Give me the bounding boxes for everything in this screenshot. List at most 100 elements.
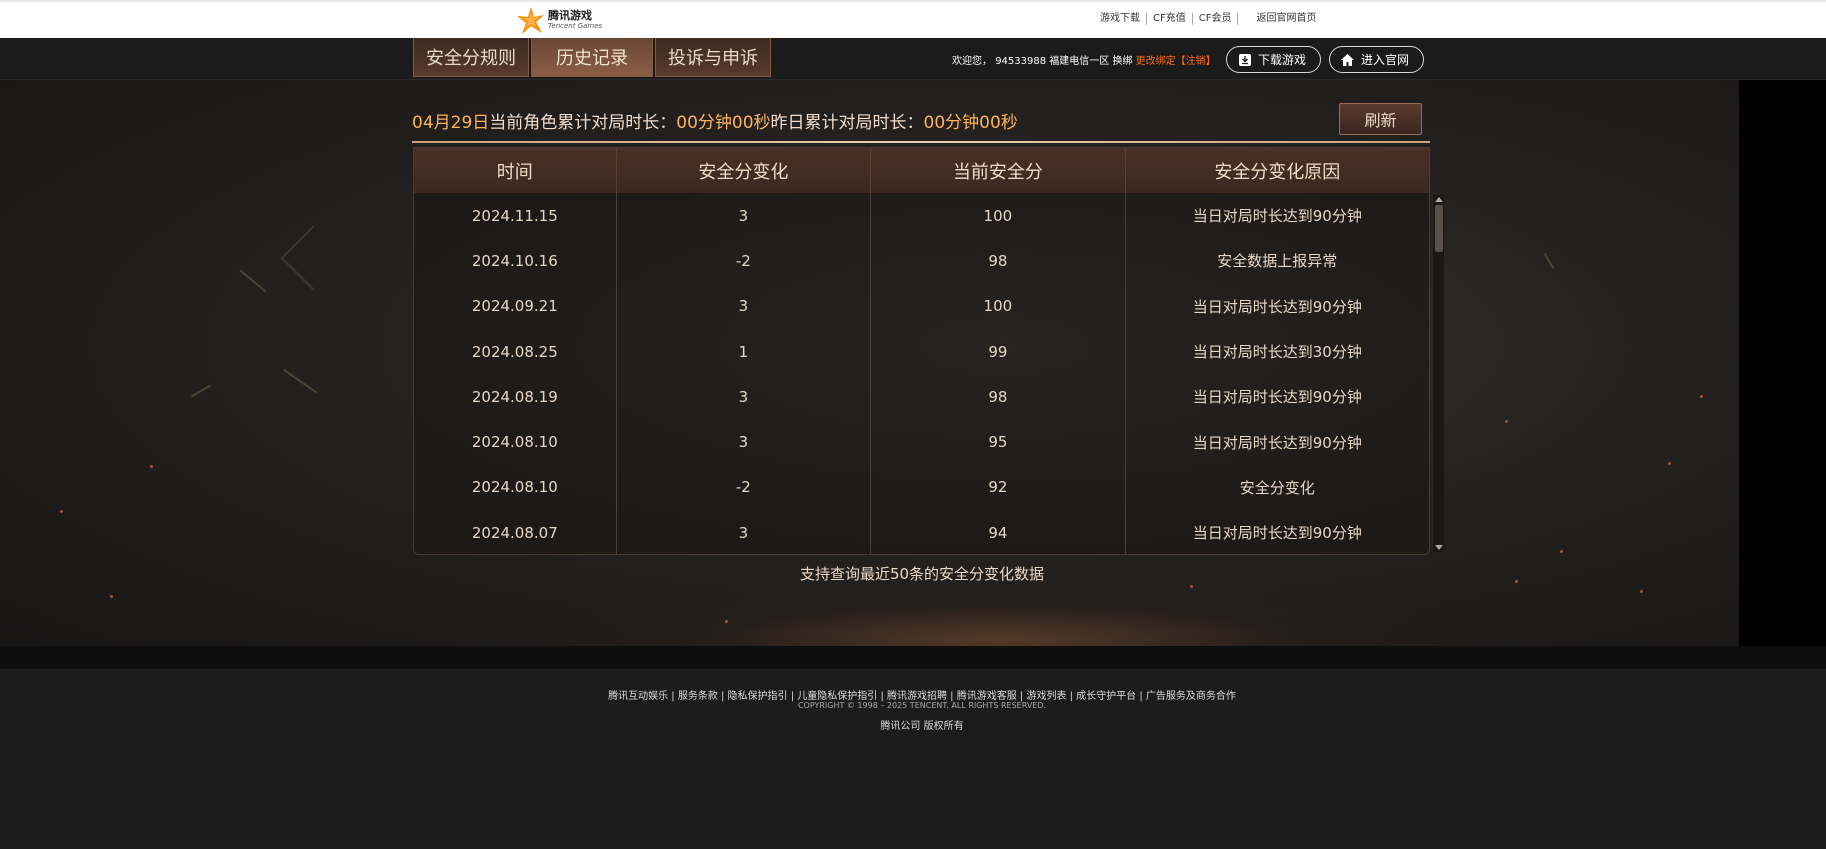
today-playtime-value: 00分钟00秒 bbox=[676, 113, 771, 133]
scrollbar-thumb[interactable] bbox=[1435, 205, 1443, 252]
decorative-streak bbox=[190, 384, 212, 398]
table-row: 2024.10.16 -2 98 安全数据上报异常 bbox=[414, 238, 1429, 284]
table-row: 2024.09.21 3 100 当日对局时长达到90分钟 bbox=[414, 283, 1429, 329]
yesterday-playtime-value: 00分钟00秒 bbox=[923, 113, 1018, 133]
tab-bar: 安全分规则 历史记录 投诉与申诉 bbox=[413, 38, 773, 77]
history-limit-text: 支持查询最近50条的安全分变化数据 bbox=[799, 565, 1045, 583]
yesterday-playtime-label: 昨日累计对局时长： bbox=[770, 113, 924, 133]
cell-reason: 当日对局时长达到90分钟 bbox=[1192, 297, 1362, 316]
table-row: 2024.08.19 3 98 当日对局时长达到90分钟 bbox=[414, 374, 1429, 420]
link-cf-recharge[interactable]: CF充值 bbox=[1147, 13, 1193, 25]
stats-date: 04月29日 bbox=[412, 113, 490, 133]
cell-current-score: 98 bbox=[871, 374, 1126, 420]
decorative-ember bbox=[1505, 420, 1508, 423]
download-game-button[interactable]: 下载游戏 bbox=[1226, 46, 1321, 73]
cell-current-score: 100 bbox=[871, 283, 1126, 329]
tencent-games-logo[interactable]: 腾讯游戏 Tencent Games bbox=[516, 7, 602, 35]
table-row: 2024.08.07 3 94 当日对局时长达到90分钟 bbox=[414, 510, 1429, 554]
decorative-chevron bbox=[280, 225, 346, 291]
footer: 腾讯互动娱乐 | 服务条款 | 隐私保护指引 | 儿童隐私保护指引 | 腾讯游戏… bbox=[0, 669, 1826, 849]
logo-text-en: Tencent Games bbox=[548, 22, 603, 30]
table-body: 2024.11.15 3 100 当日对局时长达到90分钟 2024.10.16… bbox=[414, 193, 1429, 554]
scroll-down-arrow-icon[interactable] bbox=[1435, 545, 1443, 550]
decorative-ember bbox=[1560, 550, 1563, 553]
decorative-streak bbox=[1543, 252, 1555, 270]
bottom-dark-band bbox=[0, 646, 1826, 669]
cell-current-score: 100 bbox=[871, 193, 1126, 239]
decorative-ember bbox=[1668, 462, 1671, 465]
footer-corp: 腾讯公司 版权所有 bbox=[880, 721, 964, 732]
decorative-ember bbox=[110, 595, 113, 598]
cell-time: 2024.10.16 bbox=[414, 238, 617, 284]
cell-time: 2024.11.15 bbox=[414, 193, 617, 239]
cell-current-score: 92 bbox=[871, 464, 1126, 511]
welcome-prefix: 欢迎您， bbox=[952, 56, 992, 67]
server-name: 福建电信一区 bbox=[1049, 56, 1110, 67]
enter-official-site-label: 进入官网 bbox=[1361, 53, 1410, 67]
cell-score-change: 1 bbox=[617, 328, 872, 375]
switch-link[interactable]: 换绑 bbox=[1112, 56, 1132, 67]
table-row: 2024.08.10 -2 92 安全分变化 bbox=[414, 464, 1429, 511]
column-header-time: 时间 bbox=[414, 148, 617, 193]
playtime-stats: 04月29日当前角色累计对局时长：00分钟00秒昨日累计对局时长：00分钟00秒 bbox=[412, 108, 1018, 133]
cell-time: 2024.08.19 bbox=[414, 374, 617, 420]
link-back-home[interactable]: 返回官网首页 bbox=[1250, 13, 1322, 25]
cell-reason: 当日对局时长达到30分钟 bbox=[1192, 343, 1362, 362]
decorative-ember bbox=[150, 465, 153, 468]
link-cf-member[interactable]: CF会员 bbox=[1193, 13, 1239, 25]
link-game-download[interactable]: 游戏下载 bbox=[1094, 13, 1147, 25]
footer-copyright: COPYRIGHT © 1998 – 2025 TENCENT. ALL RIG… bbox=[797, 701, 1047, 710]
nav-bar: 安全分规则 历史记录 投诉与申诉 欢迎您， 94533988 福建电信一区 换绑… bbox=[0, 38, 1826, 80]
decorative-streak bbox=[239, 269, 267, 293]
today-playtime-label: 当前角色累计对局时长： bbox=[489, 113, 677, 133]
decorative-streak bbox=[283, 368, 317, 394]
cell-current-score: 95 bbox=[871, 419, 1126, 465]
cell-reason: 当日对局时长达到90分钟 bbox=[1192, 524, 1362, 543]
rebind-link[interactable]: 更改绑定 bbox=[1136, 56, 1176, 67]
security-score-history-table: 时间 安全分变化 当前安全分 安全分变化原因 2024.11.15 3 100 … bbox=[413, 147, 1430, 555]
link-gap bbox=[1238, 13, 1250, 25]
header-divider bbox=[412, 141, 1430, 143]
table-row: 2024.11.15 3 100 当日对局时长达到90分钟 bbox=[414, 193, 1429, 239]
cell-reason: 安全分变化 bbox=[1239, 478, 1315, 497]
cell-score-change: -2 bbox=[617, 464, 872, 511]
cell-reason: 当日对局时长达到90分钟 bbox=[1192, 388, 1362, 407]
decorative-ember bbox=[725, 620, 728, 623]
decorative-ember bbox=[60, 510, 63, 513]
decorative-ember bbox=[1190, 585, 1193, 588]
refresh-button[interactable]: 刷新 bbox=[1339, 103, 1422, 135]
tab-security-rules[interactable]: 安全分规则 bbox=[413, 38, 529, 77]
table-scrollbar[interactable] bbox=[1432, 195, 1444, 552]
cell-reason: 当日对局时长达到90分钟 bbox=[1192, 207, 1362, 226]
enter-official-site-button[interactable]: 进入官网 bbox=[1329, 46, 1424, 73]
home-icon bbox=[1340, 52, 1355, 67]
scroll-up-arrow-icon[interactable] bbox=[1435, 197, 1443, 202]
top-bar: 腾讯游戏 Tencent Games 游戏下载 CF充值 CF会员 返回官网首页 bbox=[0, 0, 1826, 38]
download-icon bbox=[1237, 52, 1252, 67]
tencent-star-icon bbox=[517, 7, 544, 34]
footer-links[interactable]: 腾讯互动娱乐 | 服务条款 | 隐私保护指引 | 儿童隐私保护指引 | 腾讯游戏… bbox=[0, 687, 1826, 702]
cell-time: 2024.08.10 bbox=[414, 464, 617, 511]
tab-history[interactable]: 历史记录 bbox=[531, 38, 653, 77]
decorative-ember bbox=[1640, 590, 1643, 593]
cell-current-score: 99 bbox=[871, 328, 1126, 375]
user-id: 94533988 bbox=[995, 56, 1047, 67]
column-header-current-score: 当前安全分 bbox=[871, 148, 1126, 193]
column-header-score-change: 安全分变化 bbox=[617, 148, 872, 193]
decorative-ember bbox=[1700, 395, 1703, 398]
cell-score-change: 3 bbox=[617, 193, 872, 239]
cell-score-change: 3 bbox=[617, 419, 872, 465]
table-row: 2024.08.10 3 95 当日对局时长达到90分钟 bbox=[414, 419, 1429, 465]
tab-complaint-appeal[interactable]: 投诉与申诉 bbox=[655, 38, 771, 77]
history-limit-note: 支持查询最近50条的安全分变化数据 bbox=[0, 563, 1826, 584]
table-header: 时间 安全分变化 当前安全分 安全分变化原因 bbox=[414, 148, 1429, 193]
cell-score-change: 3 bbox=[617, 510, 872, 554]
cell-score-change: 3 bbox=[617, 283, 872, 329]
cell-score-change: 3 bbox=[617, 374, 872, 420]
cell-time: 2024.09.21 bbox=[414, 283, 617, 329]
table-row: 2024.08.25 1 99 当日对局时长达到30分钟 bbox=[414, 328, 1429, 375]
logout-link[interactable]: 【注销】 bbox=[1176, 56, 1216, 67]
cell-reason: 安全数据上报异常 bbox=[1217, 252, 1338, 271]
column-header-change-reason: 安全分变化原因 bbox=[1214, 161, 1341, 183]
top-links: 游戏下载 CF充值 CF会员 返回官网首页 bbox=[1094, 13, 1322, 25]
